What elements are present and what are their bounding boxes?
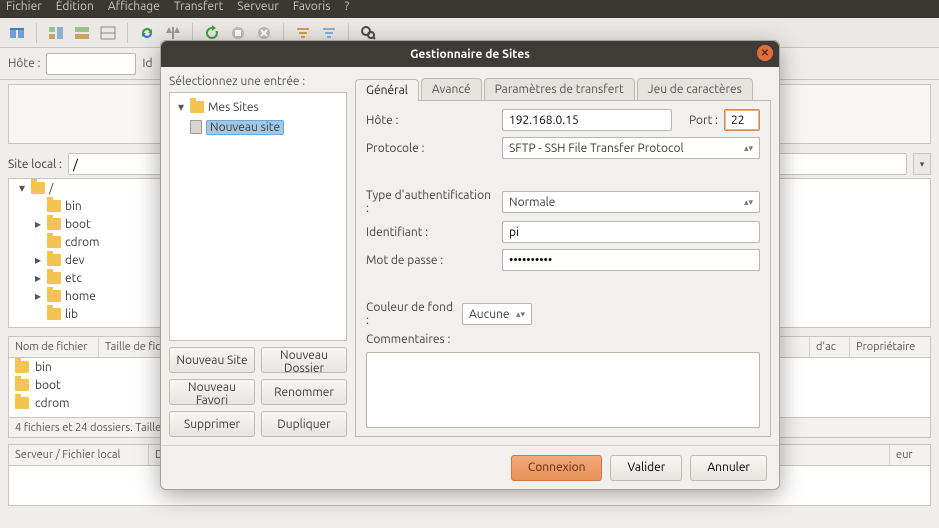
duplicate-button[interactable]: Dupliquer — [261, 411, 347, 437]
menu-view[interactable]: Affichage — [108, 0, 160, 18]
tree-item[interactable]: dev — [65, 254, 85, 267]
site-tree-root[interactable]: Mes Sites — [208, 101, 259, 114]
col-owner[interactable]: Propriétaire — [850, 337, 930, 357]
menu-transfer[interactable]: Transfert — [174, 0, 223, 18]
new-favorite-button[interactable]: Nouveau Favori — [169, 379, 255, 405]
site-tree[interactable]: ▾ Mes Sites Nouveau site — [169, 92, 347, 341]
expander-icon[interactable]: ▸ — [33, 253, 43, 267]
port-label: Port : — [678, 114, 718, 127]
tree-item[interactable]: etc — [65, 272, 82, 285]
toggle-queue-icon[interactable] — [97, 22, 119, 44]
rename-button[interactable]: Renommer — [261, 379, 347, 405]
expander-icon[interactable]: ▸ — [33, 271, 43, 285]
general-panel: Hôte : Port : Protocole : SFTP - SSH Fil… — [355, 101, 771, 437]
connect-button[interactable]: Connexion — [511, 455, 603, 481]
server-icon — [190, 120, 202, 134]
menu-file[interactable]: Fichier — [6, 0, 42, 18]
site-manager-dialog: Gestionnaire de Sites ✕ Sélectionnez une… — [160, 40, 780, 490]
tree-item[interactable]: / — [49, 182, 53, 195]
chevron-updown-icon: ▴▾ — [744, 143, 753, 154]
expander-icon[interactable]: ▸ — [33, 217, 43, 231]
tree-item[interactable]: lib — [65, 308, 78, 321]
tree-item[interactable]: home — [65, 290, 96, 303]
folder-icon — [15, 379, 29, 391]
tab-advanced[interactable]: Avancé — [421, 78, 482, 100]
bgcolor-value: Aucune — [469, 308, 510, 321]
auth-select[interactable]: Normale ▴▾ — [502, 191, 760, 213]
chevron-down-icon: ▾ — [920, 159, 925, 170]
close-icon[interactable]: ✕ — [757, 45, 773, 61]
comment-textarea[interactable] — [366, 352, 760, 428]
col-queue-remote[interactable]: eur — [890, 445, 930, 465]
chevron-updown-icon: ▴▾ — [744, 197, 753, 208]
bgcolor-label: Couleur de fond : — [366, 301, 456, 327]
quick-host-label: Hôte : — [8, 57, 40, 70]
user-label: Identifiant : — [366, 226, 496, 239]
expander-icon[interactable]: ▾ — [17, 181, 27, 195]
toggle-tree-icon[interactable] — [45, 22, 67, 44]
bgcolor-select[interactable]: Aucune ▴▾ — [462, 303, 532, 325]
menu-favorites[interactable]: Favoris — [293, 0, 331, 18]
delete-button[interactable]: Supprimer — [169, 411, 255, 437]
tabs: Général Avancé Paramètres de transfert J… — [355, 75, 771, 101]
folder-icon — [15, 361, 29, 373]
folder-icon — [31, 182, 45, 194]
local-path-dropdown[interactable]: ▾ — [913, 153, 931, 175]
menu-server[interactable]: Serveur — [237, 0, 279, 18]
protocol-label: Protocole : — [366, 142, 496, 155]
col-date[interactable]: d'ac — [810, 337, 850, 357]
folder-icon — [47, 290, 61, 302]
dialog-title-text: Gestionnaire de Sites — [410, 48, 530, 61]
folder-icon — [47, 272, 61, 284]
auth-value: Normale — [509, 196, 555, 209]
chevron-updown-icon: ▴▾ — [516, 309, 525, 320]
menu-edit[interactable]: Édition — [56, 0, 94, 18]
tree-item[interactable]: bin — [65, 200, 82, 213]
user-input[interactable] — [502, 221, 760, 243]
validate-button[interactable]: Valider — [610, 455, 682, 481]
comment-label: Commentaires : — [366, 333, 456, 346]
tab-general[interactable]: Général — [355, 79, 419, 101]
folder-icon — [47, 218, 61, 230]
tree-item[interactable]: boot — [65, 218, 91, 231]
sync-icon[interactable] — [136, 22, 158, 44]
folder-icon — [47, 308, 61, 320]
local-site-label: Site local : — [8, 158, 62, 171]
dialog-footer: Connexion Valider Annuler — [161, 445, 779, 489]
tree-item[interactable]: cdrom — [65, 236, 99, 249]
new-folder-button[interactable]: Nouveau Dossier — [261, 347, 347, 373]
protocol-select[interactable]: SFTP - SSH File Transfer Protocol ▴▾ — [502, 137, 760, 159]
new-site-button[interactable]: Nouveau Site — [169, 347, 255, 373]
folder-icon — [190, 101, 204, 113]
sitemanager-icon[interactable] — [6, 22, 28, 44]
protocol-value: SFTP - SSH File Transfer Protocol — [509, 142, 684, 155]
col-filename[interactable]: Nom de fichier — [9, 337, 99, 357]
dialog-titlebar: Gestionnaire de Sites ✕ — [161, 41, 779, 67]
cancel-button[interactable]: Annuler — [690, 455, 767, 481]
select-entry-label: Sélectionnez une entrée : — [169, 75, 347, 88]
folder-icon — [47, 254, 61, 266]
folder-icon — [47, 236, 61, 248]
site-tree-entry[interactable]: Nouveau site — [206, 120, 284, 135]
tab-charset[interactable]: Jeu de caractères — [637, 78, 753, 100]
password-input[interactable] — [502, 249, 760, 271]
expander-icon[interactable]: ▸ — [33, 289, 43, 303]
quick-user-label: Id — [142, 57, 152, 70]
col-queue-server[interactable]: Serveur / Fichier local — [9, 445, 149, 465]
host-input[interactable] — [502, 109, 672, 131]
host-label: Hôte : — [366, 114, 496, 127]
password-label: Mot de passe : — [366, 254, 496, 267]
toggle-log-icon[interactable] — [71, 22, 93, 44]
auth-label: Type d'authentification : — [366, 189, 496, 215]
menubar: Fichier Édition Affichage Transfert Serv… — [0, 0, 939, 18]
folder-icon — [47, 200, 61, 212]
quick-host-input[interactable] — [46, 53, 136, 75]
port-input[interactable] — [724, 109, 760, 131]
tab-transfer-settings[interactable]: Paramètres de transfert — [484, 78, 635, 100]
menu-help[interactable]: ? — [344, 0, 349, 18]
folder-icon — [15, 397, 29, 409]
expander-icon[interactable]: ▾ — [176, 100, 186, 114]
